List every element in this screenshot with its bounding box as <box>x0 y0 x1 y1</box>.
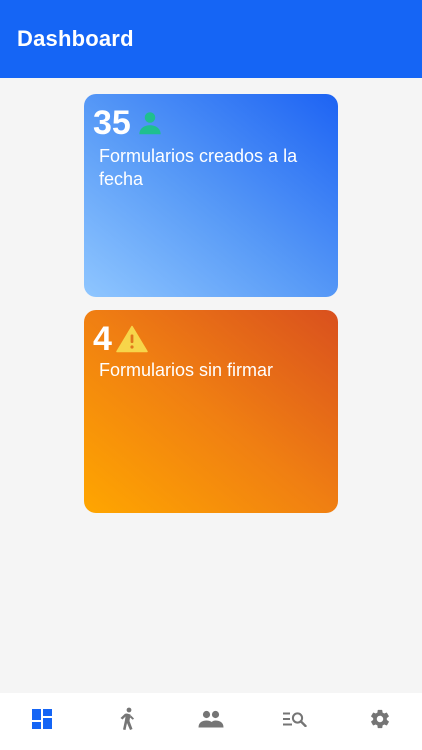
nav-dashboard[interactable] <box>12 693 72 750</box>
forms-created-count: 35 <box>93 104 131 142</box>
warning-icon <box>116 325 148 353</box>
walking-person-icon <box>116 707 138 736</box>
dashboard-icon <box>31 708 53 735</box>
forms-unsigned-count: 4 <box>93 320 112 358</box>
card-header: 4 <box>93 320 148 358</box>
nav-activity[interactable] <box>97 693 157 750</box>
app-root: Dashboard 35 Formularios creados a la fe… <box>0 0 422 750</box>
settings-icon <box>369 708 391 735</box>
forms-unsigned-label: Formularios sin firmar <box>99 360 274 380</box>
list-search-icon <box>283 711 308 732</box>
app-bar: Dashboard <box>0 0 422 78</box>
person-icon <box>135 108 165 138</box>
forms-created-label: Formularios creados a la fecha <box>99 146 298 189</box>
nav-settings[interactable] <box>350 693 410 750</box>
card-header: 35 <box>93 104 165 142</box>
nav-people[interactable] <box>181 693 241 750</box>
forms-created-card[interactable]: 35 Formularios creados a la fecha <box>84 94 338 297</box>
forms-unsigned-card[interactable]: 4 Formularios sin firmar <box>84 310 338 513</box>
people-icon <box>198 710 224 733</box>
page-title: Dashboard <box>17 26 134 51</box>
bottom-navigation <box>0 693 422 750</box>
nav-search-list[interactable] <box>265 693 325 750</box>
